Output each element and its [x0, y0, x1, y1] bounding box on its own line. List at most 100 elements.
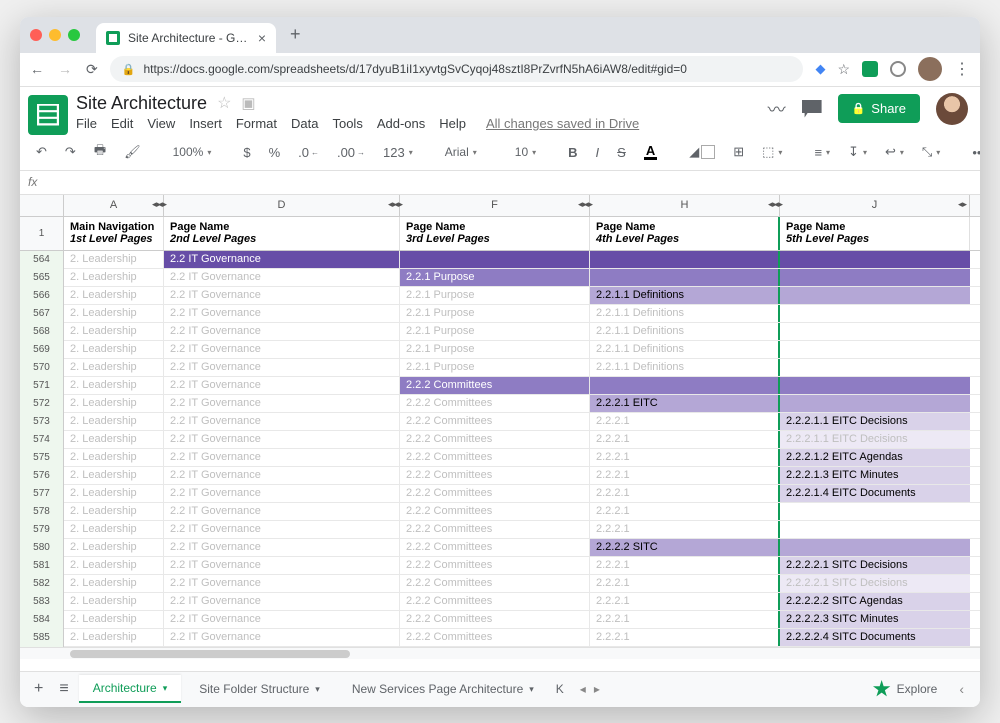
close-tab-icon[interactable]: × [258, 30, 266, 46]
cell[interactable]: 2.2.2.2.1 SITC Decisions [780, 557, 970, 574]
cell[interactable]: 2. Leadership [64, 539, 164, 556]
wrap-button[interactable]: ↩ [879, 140, 910, 164]
menu-format[interactable]: Format [236, 116, 277, 131]
add-sheet-button[interactable]: + [28, 676, 49, 702]
profile-avatar[interactable] [918, 57, 942, 81]
comments-icon[interactable] [802, 100, 822, 118]
cell[interactable]: 2.2 IT Governance [164, 377, 400, 394]
cell[interactable]: 2.2 IT Governance [164, 323, 400, 340]
h-align-button[interactable]: ≡ [808, 141, 836, 164]
share-button[interactable]: Share [838, 94, 920, 123]
cell[interactable]: 2.2.1.1 Definitions [590, 341, 780, 358]
cell[interactable]: 2.2.2.1 [590, 629, 780, 646]
column-group-toggle[interactable]: ◂▸ [584, 199, 593, 210]
cell[interactable] [590, 269, 780, 286]
sheet-tab-overflow[interactable]: K [552, 676, 568, 702]
cell[interactable] [780, 395, 970, 412]
cell[interactable] [780, 503, 970, 520]
cell[interactable] [780, 323, 970, 340]
cell[interactable]: 2.2 IT Governance [164, 395, 400, 412]
next-sheet-button[interactable]: ▸ [594, 682, 600, 696]
toolbar-overflow-button[interactable]: ••• [966, 141, 980, 164]
column-header-H[interactable]: ◂▸H◂▸ [590, 195, 780, 216]
cell[interactable]: 2.2.2.2.4 SITC Documents [780, 629, 970, 646]
row-header[interactable]: 564 [20, 251, 64, 269]
cell[interactable]: 2.2.1 Purpose [400, 269, 590, 286]
cell[interactable]: 2.2 IT Governance [164, 485, 400, 502]
reload-button[interactable]: ⟳ [86, 61, 98, 78]
column-header-D[interactable]: ◂▸D◂▸ [164, 195, 400, 216]
cell[interactable]: 2. Leadership [64, 413, 164, 430]
menu-insert[interactable]: Insert [189, 116, 222, 131]
row-header[interactable]: 580 [20, 539, 64, 557]
cell[interactable]: 2.2.2.1 [590, 557, 780, 574]
menu-data[interactable]: Data [291, 116, 318, 131]
cell[interactable]: 2.2.2.1 [590, 413, 780, 430]
sheet-tab-architecture[interactable]: Architecture▾ [79, 675, 182, 703]
sheet-tab-folder-structure[interactable]: Site Folder Structure▾ [185, 676, 334, 702]
row-header[interactable]: 585 [20, 629, 64, 647]
chevron-down-icon[interactable]: ▾ [163, 683, 168, 694]
cell[interactable]: 2.2.2.1 [590, 449, 780, 466]
row-header[interactable]: 583 [20, 593, 64, 611]
menu-addons[interactable]: Add-ons [377, 116, 425, 131]
cell[interactable]: 2.2 IT Governance [164, 557, 400, 574]
cell[interactable]: 2.2 IT Governance [164, 611, 400, 628]
cell[interactable]: 2.2.1 Purpose [400, 287, 590, 304]
strikethrough-button[interactable]: S [611, 141, 632, 164]
menu-file[interactable]: File [76, 116, 97, 131]
cell[interactable]: 2.2.2 Committees [400, 467, 590, 484]
cell[interactable] [780, 539, 970, 556]
row-header[interactable]: 581 [20, 557, 64, 575]
chevron-down-icon[interactable]: ▾ [529, 684, 534, 695]
cell[interactable]: 2. Leadership [64, 305, 164, 322]
cell[interactable] [780, 287, 970, 304]
user-avatar[interactable] [936, 93, 968, 125]
cell[interactable]: 2.2.2.1.4 EITC Documents [780, 485, 970, 502]
cell[interactable]: 2.2.2.1 [590, 503, 780, 520]
cell[interactable]: 2.2.2 Committees [400, 395, 590, 412]
rotate-button[interactable]: ⤡ [916, 140, 946, 164]
cell[interactable]: 2. Leadership [64, 251, 164, 268]
scrollbar-thumb[interactable] [70, 650, 350, 658]
column-group-toggle[interactable]: ◂▸ [394, 199, 403, 210]
cell[interactable]: 2.2.1.1 Definitions [590, 305, 780, 322]
back-button[interactable]: ← [30, 61, 44, 78]
cell[interactable]: 2.2.2 Committees [400, 611, 590, 628]
cell[interactable]: 2.2 IT Governance [164, 287, 400, 304]
cell[interactable]: 2.2.1 Purpose [400, 359, 590, 376]
currency-button[interactable]: $ [237, 141, 256, 164]
cell[interactable]: 2.2.1 Purpose [400, 305, 590, 322]
percent-button[interactable]: % [263, 141, 287, 164]
decrease-decimal-button[interactable]: .0← [292, 141, 325, 164]
cell[interactable] [400, 251, 590, 268]
cell[interactable]: 2.2 IT Governance [164, 449, 400, 466]
cell[interactable]: 2.2.1.1 Definitions [590, 287, 780, 304]
column-header-A[interactable]: A◂▸ [64, 195, 164, 216]
header-cell[interactable]: Page Name4th Level Pages [590, 217, 780, 250]
cell[interactable]: 2.2.2.2.1 SITC Decisions [780, 575, 970, 592]
cell[interactable]: 2.2.1.1 Definitions [590, 323, 780, 340]
cell[interactable]: 2.2.2 Committees [400, 485, 590, 502]
cell[interactable]: 2. Leadership [64, 449, 164, 466]
cell[interactable] [590, 251, 780, 268]
collapse-sidebar-button[interactable]: ‹ [951, 681, 972, 697]
cell[interactable]: 2. Leadership [64, 557, 164, 574]
prev-sheet-button[interactable]: ◂ [580, 682, 586, 696]
header-cell[interactable]: Page Name5th Level Pages [780, 217, 970, 250]
bookmark-icon[interactable]: ☆ [837, 61, 850, 78]
increase-decimal-button[interactable]: .00→ [331, 141, 371, 164]
row-header[interactable]: 584 [20, 611, 64, 629]
cell[interactable]: 2.2.2 Committees [400, 449, 590, 466]
fill-color-button[interactable]: ◢ [683, 140, 721, 164]
cell[interactable]: 2.2 IT Governance [164, 269, 400, 286]
cell[interactable]: 2.2 IT Governance [164, 521, 400, 538]
row-header[interactable]: 573 [20, 413, 64, 431]
cell[interactable]: 2.2 IT Governance [164, 413, 400, 430]
cell[interactable]: 2.2 IT Governance [164, 251, 400, 268]
column-group-toggle[interactable]: ◂▸ [158, 199, 167, 210]
maximize-window-button[interactable] [68, 29, 80, 41]
cell[interactable]: 2. Leadership [64, 485, 164, 502]
cell[interactable] [780, 521, 970, 538]
row-header[interactable]: 567 [20, 305, 64, 323]
